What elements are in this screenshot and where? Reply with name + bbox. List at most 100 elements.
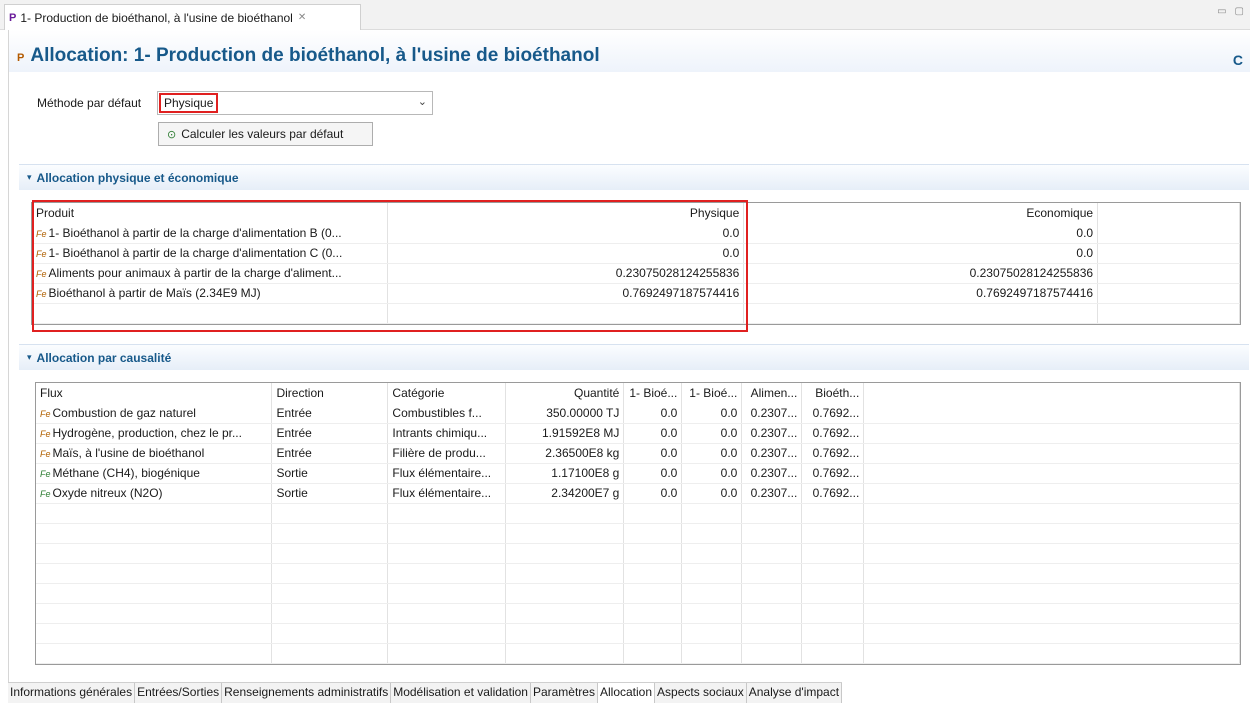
collapse-icon[interactable]: ▾ [27, 352, 32, 363]
category-cell: Intrants chimiqu... [387, 423, 507, 444]
editor-tab[interactable]: P 1- Production de bioéthanol, à l'usine… [4, 4, 361, 30]
bottom-tab[interactable]: Allocation [597, 683, 656, 703]
quantity-cell: 2.36500E8 kg [505, 443, 625, 464]
product-name: Aliments pour animaux à partir de la cha… [48, 266, 342, 280]
process-icon: P [17, 52, 25, 64]
page-title-text: Allocation: 1- Production de bioéthanol,… [30, 45, 600, 66]
value-product-b-cell[interactable]: 0.0 [623, 403, 683, 424]
economic-value[interactable]: 0.0 [743, 243, 1099, 264]
value-product-b-cell[interactable]: 0.0 [623, 423, 683, 444]
elementary-flow-icon: Fe [40, 469, 51, 479]
table-row[interactable]: Fe Bioéthanol à partir de Maïs (2.34E9 MJ… [32, 283, 1240, 304]
value-feed-cell[interactable]: 0.2307... [741, 463, 803, 484]
collapse-icon[interactable]: ▾ [27, 172, 32, 183]
column-header-physical[interactable]: Physique [387, 203, 745, 223]
physical-allocation-table: Produit Physique Economique Fe 1- Bioétha… [31, 202, 1241, 325]
calculate-defaults-button[interactable]: ⊙ Calculer les valeurs par défaut [158, 122, 373, 146]
value-bioethanol-cell[interactable]: 0.7692... [801, 463, 865, 484]
spacer-cell [863, 463, 1240, 484]
spacer-cell [1097, 283, 1240, 304]
table-row[interactable]: Fe Oxyde nitreux (N2O) Sortie Flux élémenta… [36, 483, 1240, 504]
bottom-tab[interactable]: Aspects sociaux [655, 683, 747, 703]
bottom-tab[interactable]: Informations générales [8, 683, 136, 703]
table-row[interactable]: Fe Aliments pour animaux à partir de la c… [32, 263, 1240, 284]
product-flow-icon: Fe [36, 289, 47, 299]
minimize-icon[interactable]: ▭ [1217, 6, 1226, 17]
value-product-b-cell[interactable]: 0.0 [623, 483, 683, 504]
physical-value[interactable]: 0.7692497187574416 [387, 283, 745, 304]
empty-row [32, 303, 1240, 324]
value-bioethanol-cell[interactable]: 0.7692... [801, 403, 865, 424]
chevron-down-icon[interactable]: ⌄ [418, 95, 427, 108]
value-product-c-cell[interactable]: 0.0 [681, 403, 743, 424]
column-header-product-b[interactable]: 1- Bioé... [623, 383, 683, 403]
table-header-row: Produit Physique Economique [32, 203, 1240, 223]
bottom-tab[interactable]: Modélisation et validation [391, 683, 531, 703]
table-row[interactable]: Fe Méthane (CH4), biogénique Sortie Flux él… [36, 463, 1240, 484]
value-product-c-cell[interactable]: 0.0 [681, 463, 743, 484]
direction-cell: Entrée [271, 423, 389, 444]
table-row[interactable]: Fe Maïs, à l'usine de bioéthanol Entrée Fil… [36, 443, 1240, 464]
section-physical-economic-title: Allocation physique et économique [36, 170, 239, 185]
value-product-b-cell[interactable]: 0.0 [623, 463, 683, 484]
bottom-tab[interactable]: Analyse d'impact [746, 683, 843, 703]
value-product-c-cell[interactable]: 0.0 [681, 423, 743, 444]
value-feed-cell[interactable]: 0.2307... [741, 443, 803, 464]
value-feed-cell[interactable]: 0.2307... [741, 423, 803, 444]
empty-row [36, 523, 1240, 544]
causal-allocation-table: Flux Direction Catégorie Quantité 1- Bio… [35, 382, 1241, 665]
value-bioethanol-cell[interactable]: 0.7692... [801, 483, 865, 504]
refresh-icon[interactable]: C [1233, 52, 1243, 68]
product-name: 1- Bioéthanol à partir de la charge d'al… [48, 225, 342, 240]
quantity-cell: 1.17100E8 g [505, 463, 625, 484]
column-header-direction[interactable]: Direction [271, 383, 389, 403]
product-flow-icon: Fe [36, 249, 47, 259]
table-row[interactable]: Fe Combustion de gaz naturel Entrée Combust… [36, 403, 1240, 424]
column-header-quantity[interactable]: Quantité [505, 383, 625, 403]
value-bioethanol-cell[interactable]: 0.7692... [801, 443, 865, 464]
column-header-economic[interactable]: Economique [743, 203, 1099, 223]
physical-value[interactable]: 0.0 [387, 243, 745, 264]
spacer-cell [863, 403, 1240, 424]
product-flow-icon: Fe [40, 449, 51, 459]
default-method-select[interactable]: Physique ⌄ [157, 91, 433, 115]
flow-name: Maïs, à l'usine de bioéthanol [52, 446, 205, 460]
column-header-category[interactable]: Catégorie [387, 383, 507, 403]
bottom-tab[interactable]: Paramètres [530, 683, 598, 703]
economic-value[interactable]: 0.23075028124255836 [743, 263, 1099, 284]
value-product-c-cell[interactable]: 0.0 [681, 443, 743, 464]
elementary-flow-icon: Fe [40, 489, 51, 499]
economic-value[interactable]: 0.0 [743, 223, 1099, 244]
value-product-c-cell[interactable]: 0.0 [681, 483, 743, 504]
physical-value[interactable]: 0.23075028124255836 [387, 263, 745, 284]
column-header-feed[interactable]: Alimen... [741, 383, 803, 403]
value-bioethanol-cell[interactable]: 0.7692... [801, 423, 865, 444]
column-header-product-c[interactable]: 1- Bioé... [681, 383, 743, 403]
product-flow-icon: Fe [36, 228, 47, 239]
close-icon[interactable]: ✕ [298, 12, 306, 23]
bottom-tab[interactable]: Entrées/Sorties [135, 683, 223, 703]
column-header-bioethanol[interactable]: Bioéth... [801, 383, 865, 403]
maximize-icon[interactable]: ▢ [1235, 6, 1244, 17]
physical-value[interactable]: 0.0 [387, 223, 745, 244]
section-causal[interactable]: ▾ Allocation par causalité [19, 344, 1249, 370]
bottom-tab[interactable]: Renseignements administratifs [222, 683, 392, 703]
section-causal-title: Allocation par causalité [36, 350, 172, 365]
value-feed-cell[interactable]: 0.2307... [741, 403, 803, 424]
value-product-b-cell[interactable]: 0.0 [623, 443, 683, 464]
calculate-defaults-label: Calculer les valeurs par défaut [181, 127, 344, 141]
quantity-cell: 350.00000 TJ [505, 403, 625, 424]
category-cell: Filière de produ... [387, 443, 507, 464]
table-row[interactable]: Fe 1- Bioéthanol à partir de la charge d'… [32, 223, 1240, 244]
column-header-flow[interactable]: Flux [36, 383, 273, 403]
section-physical-economic[interactable]: ▾ Allocation physique et économique [19, 164, 1249, 190]
table-row[interactable]: Fe 1- Bioéthanol à partir de la charge d'… [32, 243, 1240, 264]
column-header-product[interactable]: Produit [32, 203, 389, 223]
editor-tab-strip: P 1- Production de bioéthanol, à l'usine… [0, 0, 1250, 30]
table-row[interactable]: Fe Hydrogène, production, chez le pr... En… [36, 423, 1240, 444]
direction-cell: Sortie [271, 463, 389, 484]
form-header: P Allocation: 1- Production de bioéthano… [9, 30, 1250, 72]
economic-value[interactable]: 0.7692497187574416 [743, 283, 1099, 304]
value-feed-cell[interactable]: 0.2307... [741, 483, 803, 504]
flow-name: Hydrogène, production, chez le pr... [52, 426, 242, 440]
